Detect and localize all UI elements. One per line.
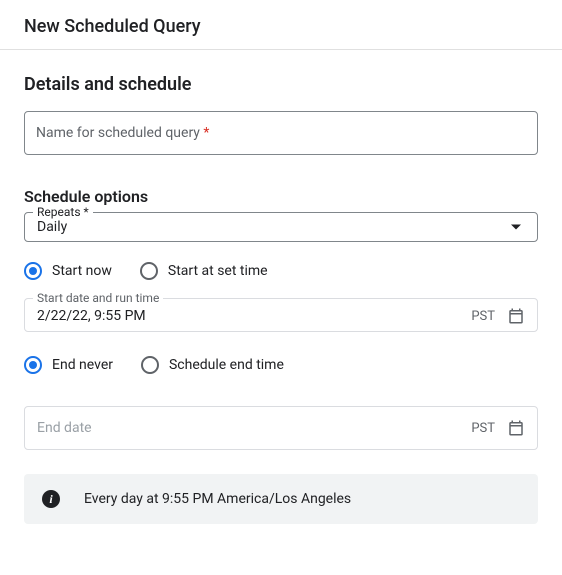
start-now-radio[interactable]: Start now [24, 262, 112, 280]
name-field-wrap: Name for scheduled query * [24, 111, 538, 155]
info-icon: i [42, 490, 60, 508]
start-radio-group: Start now Start at set time [24, 262, 538, 280]
start-at-radio[interactable]: Start at set time [140, 262, 268, 280]
details-section-title: Details and schedule [24, 74, 538, 95]
calendar-icon [507, 419, 525, 437]
end-time-label: Schedule end time [169, 357, 284, 373]
start-date-label: Start date and run time [33, 291, 163, 305]
end-tz: PST [471, 421, 495, 436]
start-now-label: Start now [52, 263, 112, 279]
radio-icon [24, 262, 42, 280]
repeats-required-star: * [84, 205, 89, 219]
schedule-summary: i Every day at 9:55 PM America/Los Angel… [24, 474, 538, 524]
repeats-label: Repeats * [33, 205, 93, 219]
start-tz: PST [471, 309, 495, 324]
repeats-label-text: Repeats [37, 205, 81, 219]
start-at-label: Start at set time [168, 263, 268, 279]
name-input[interactable] [24, 111, 538, 155]
end-never-radio[interactable]: End never [24, 356, 113, 374]
repeats-select[interactable]: Repeats * Daily [24, 212, 538, 242]
radio-icon [24, 356, 42, 374]
end-date-field[interactable]: End date PST [24, 406, 538, 450]
start-date-field[interactable]: Start date and run time 2/22/22, 9:55 PM… [24, 298, 538, 332]
summary-text: Every day at 9:55 PM America/Los Angeles [84, 491, 351, 507]
end-never-label: End never [52, 357, 113, 373]
radio-icon [141, 356, 159, 374]
form-content: Details and schedule Name for scheduled … [0, 50, 562, 548]
end-date-placeholder: End date [37, 420, 471, 436]
radio-icon [140, 262, 158, 280]
panel-header: New Scheduled Query [0, 0, 562, 50]
repeats-value: Daily [37, 219, 525, 235]
page-title: New Scheduled Query [24, 16, 538, 37]
end-time-radio[interactable]: Schedule end time [141, 356, 284, 374]
calendar-icon [507, 307, 525, 325]
chevron-down-icon [511, 225, 521, 230]
start-date-value: 2/22/22, 9:55 PM [37, 308, 471, 324]
end-radio-group: End never Schedule end time [24, 356, 538, 374]
schedule-section-title: Schedule options [24, 187, 538, 206]
